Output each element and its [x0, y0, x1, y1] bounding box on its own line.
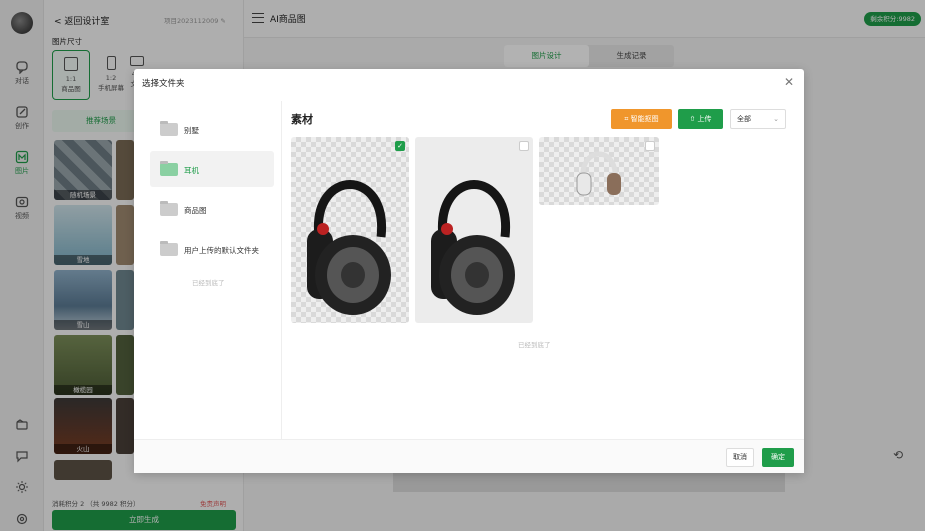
chevron-down-icon: ⌄ [773, 115, 779, 123]
section-title: 素材 [291, 113, 313, 126]
dialog-footer: 取消 确定 [134, 439, 804, 473]
filter-select[interactable]: 全部 ⌄ [730, 109, 786, 129]
folder-item-default[interactable]: 用户上传的默认文件夹 [150, 231, 274, 267]
cancel-button[interactable]: 取消 [726, 448, 754, 467]
folder-label: 商品图 [184, 206, 207, 215]
folder-icon [160, 121, 178, 136]
list-end-text: 已经到底了 [518, 341, 551, 349]
folder-item-headphones[interactable]: 耳机 [150, 151, 274, 187]
asset-card[interactable]: ✓ [291, 137, 409, 323]
close-icon[interactable]: ✕ [784, 75, 794, 89]
folder-label: 别墅 [184, 126, 199, 135]
asset-checkbox[interactable] [645, 141, 655, 151]
folder-icon [160, 161, 178, 176]
select-folder-dialog: 选择文件夹 ✕ 别墅 耳机 商品图 用户上传的默认文件夹 已经到底了 素材 ⌗ … [134, 69, 804, 473]
dialog-title: 选择文件夹 [142, 79, 185, 89]
headphones-image [576, 151, 621, 196]
folder-label: 用户上传的默认文件夹 [184, 246, 259, 255]
folder-icon [160, 241, 178, 256]
headphones-image [431, 180, 515, 315]
folder-list: 别墅 耳机 商品图 用户上传的默认文件夹 已经到底了 [134, 101, 282, 439]
folder-label: 耳机 [184, 166, 199, 175]
folder-icon [160, 201, 178, 216]
filter-value: 全部 [737, 115, 751, 123]
upload-button[interactable]: ⇧ 上传 [678, 109, 723, 129]
asset-card[interactable] [539, 137, 659, 205]
list-end-text: 已经到底了 [192, 279, 225, 287]
button-label: 上传 [697, 115, 712, 123]
asset-checkbox[interactable] [519, 141, 529, 151]
button-label: 智能抠图 [630, 115, 659, 123]
smart-cutout-button[interactable]: ⌗ 智能抠图 [611, 109, 672, 129]
folder-item-product[interactable]: 商品图 [150, 191, 274, 227]
headphones-image [307, 180, 391, 315]
asset-checkbox[interactable]: ✓ [395, 141, 405, 151]
asset-card[interactable] [415, 137, 533, 323]
folder-item-villa[interactable]: 别墅 [150, 111, 274, 147]
confirm-button[interactable]: 确定 [762, 448, 794, 467]
upload-icon: ⇧ [689, 115, 698, 123]
